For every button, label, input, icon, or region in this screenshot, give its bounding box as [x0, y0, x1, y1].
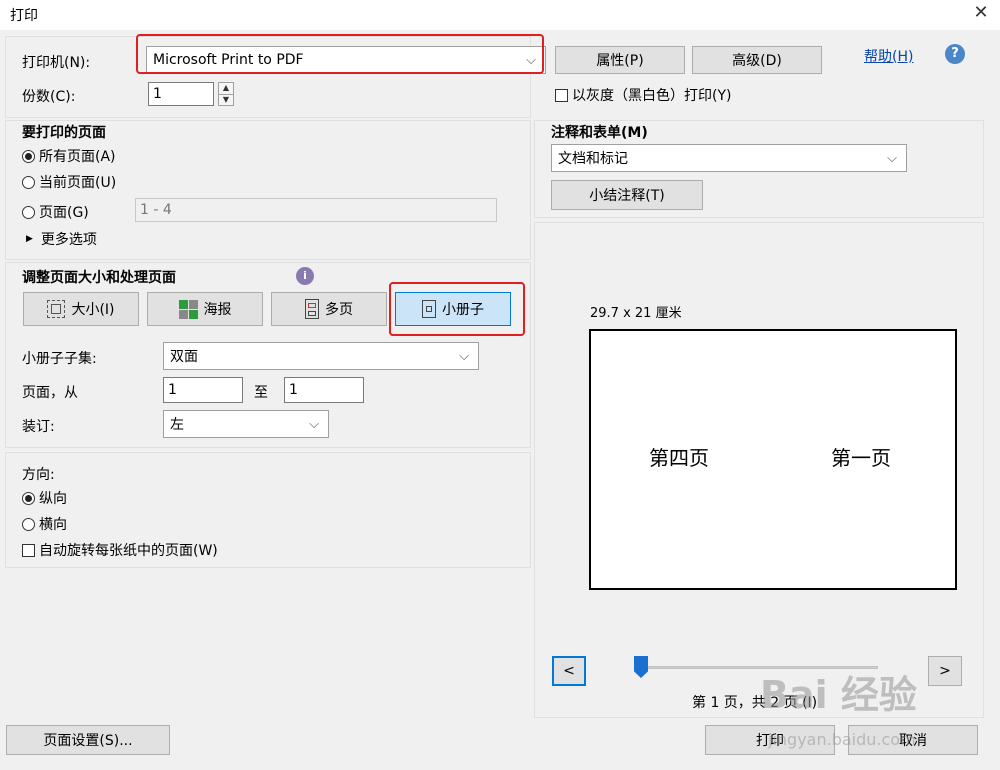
- booklet-subset-select[interactable]: 双面 ⌵: [163, 342, 479, 370]
- close-icon[interactable]: ✕: [968, 2, 994, 26]
- pages-to-label: 至: [254, 385, 268, 401]
- auto-rotate-checkbox[interactable]: [22, 543, 35, 557]
- tab-size-label: 大小(I): [71, 302, 115, 318]
- grayscale-checkbox[interactable]: [555, 88, 568, 102]
- current-page-label: 当前页面(U): [39, 175, 117, 191]
- landscape-radio[interactable]: [22, 517, 35, 531]
- spin-up-icon[interactable]: ▲: [219, 83, 233, 94]
- preview-left-page: 第四页: [649, 446, 709, 470]
- pages-radio[interactable]: [22, 205, 35, 219]
- multiple-pages-icon: [305, 299, 319, 319]
- portrait-option[interactable]: 纵向: [22, 488, 67, 508]
- portrait-label: 纵向: [39, 491, 67, 507]
- all-pages-radio[interactable]: [22, 149, 35, 163]
- pages-to-print-heading: 要打印的页面: [22, 125, 106, 141]
- grayscale-option[interactable]: 以灰度（黑白色）打印(Y): [555, 85, 731, 105]
- booklet-highlight: [389, 282, 525, 336]
- chevron-down-icon: ⌵: [887, 150, 897, 166]
- next-page-button[interactable]: >: [928, 656, 962, 686]
- landscape-label: 横向: [39, 517, 67, 533]
- title-bar: [0, 0, 1000, 30]
- current-page-radio[interactable]: [22, 175, 35, 189]
- orientation-heading: 方向:: [22, 467, 55, 483]
- booklet-subset-label: 小册子子集:: [22, 351, 97, 367]
- summarize-comments-button[interactable]: 小结注释(T): [551, 180, 703, 210]
- printer-highlight: [136, 34, 544, 74]
- pages-label: 页面(G): [39, 205, 89, 221]
- watermark-url: jingyan.baidu.com: [768, 730, 916, 749]
- chevron-right-icon: >: [939, 663, 951, 679]
- tab-size[interactable]: 大小(I): [23, 292, 139, 326]
- binding-select[interactable]: 左 ⌵: [163, 410, 329, 438]
- copies-input[interactable]: 1: [148, 82, 214, 106]
- page-setup-button[interactable]: 页面设置(S)...: [6, 725, 170, 755]
- auto-rotate-label: 自动旋转每张纸中的页面(W): [39, 543, 218, 559]
- prev-page-button[interactable]: <: [552, 656, 586, 686]
- tab-poster-label: 海报: [203, 302, 232, 318]
- all-pages-option[interactable]: 所有页面(A): [22, 146, 116, 166]
- printer-label: 打印机(N):: [22, 55, 91, 71]
- all-pages-label: 所有页面(A): [39, 149, 116, 165]
- booklet-subset-value: 双面: [170, 349, 198, 365]
- pages-option[interactable]: 页面(G): [22, 202, 89, 222]
- window-title: 打印: [10, 8, 38, 24]
- landscape-option[interactable]: 横向: [22, 514, 67, 534]
- properties-button[interactable]: 属性(P): [555, 46, 685, 74]
- pages-range-input[interactable]: 1 - 4: [135, 198, 497, 222]
- pages-from-label: 页面，从: [22, 385, 78, 401]
- tab-multiple[interactable]: 多页: [271, 292, 387, 326]
- preview-page: [589, 329, 957, 590]
- spin-down-icon[interactable]: ▼: [219, 93, 233, 106]
- chevron-down-icon: ⌵: [459, 348, 469, 364]
- size-icon: [47, 300, 66, 318]
- grayscale-label: 以灰度（黑白色）打印(Y): [572, 88, 732, 104]
- poster-icon: [178, 299, 198, 319]
- more-options-toggle[interactable]: ▶ 更多选项: [26, 229, 97, 249]
- current-page-option[interactable]: 当前页面(U): [22, 172, 116, 192]
- copies-label: 份数(C):: [22, 89, 76, 105]
- binding-value: 左: [170, 417, 184, 433]
- expand-arrow-icon: ▶: [26, 234, 33, 244]
- page-sizing-heading: 调整页面大小和处理页面: [22, 270, 176, 286]
- pages-from-input[interactable]: 1: [163, 377, 243, 403]
- paper-size-label: 29.7 x 21 厘米: [590, 306, 682, 321]
- comments-heading: 注释和表单(M): [551, 125, 648, 141]
- chevron-left-icon: <: [563, 663, 575, 679]
- portrait-radio[interactable]: [22, 491, 35, 505]
- advanced-button[interactable]: 高级(D): [692, 46, 822, 74]
- comments-select-value: 文档和标记: [558, 151, 628, 167]
- chevron-down-icon: ⌵: [309, 416, 319, 432]
- preview-right-page: 第一页: [831, 446, 891, 470]
- tab-multiple-label: 多页: [325, 302, 353, 318]
- auto-rotate-option[interactable]: 自动旋转每张纸中的页面(W): [22, 540, 218, 560]
- comments-select[interactable]: 文档和标记 ⌵: [551, 144, 907, 172]
- watermark-logo: Bai 经验: [760, 673, 917, 717]
- tab-poster[interactable]: 海报: [147, 292, 263, 326]
- help-icon[interactable]: ?: [945, 44, 965, 64]
- copies-stepper[interactable]: ▲ ▼: [218, 82, 234, 106]
- more-options-label: 更多选项: [40, 232, 97, 248]
- binding-label: 装订:: [22, 419, 55, 435]
- info-icon[interactable]: i: [296, 267, 314, 285]
- help-link[interactable]: 帮助(H): [864, 46, 913, 66]
- pages-to-input[interactable]: 1: [284, 377, 364, 403]
